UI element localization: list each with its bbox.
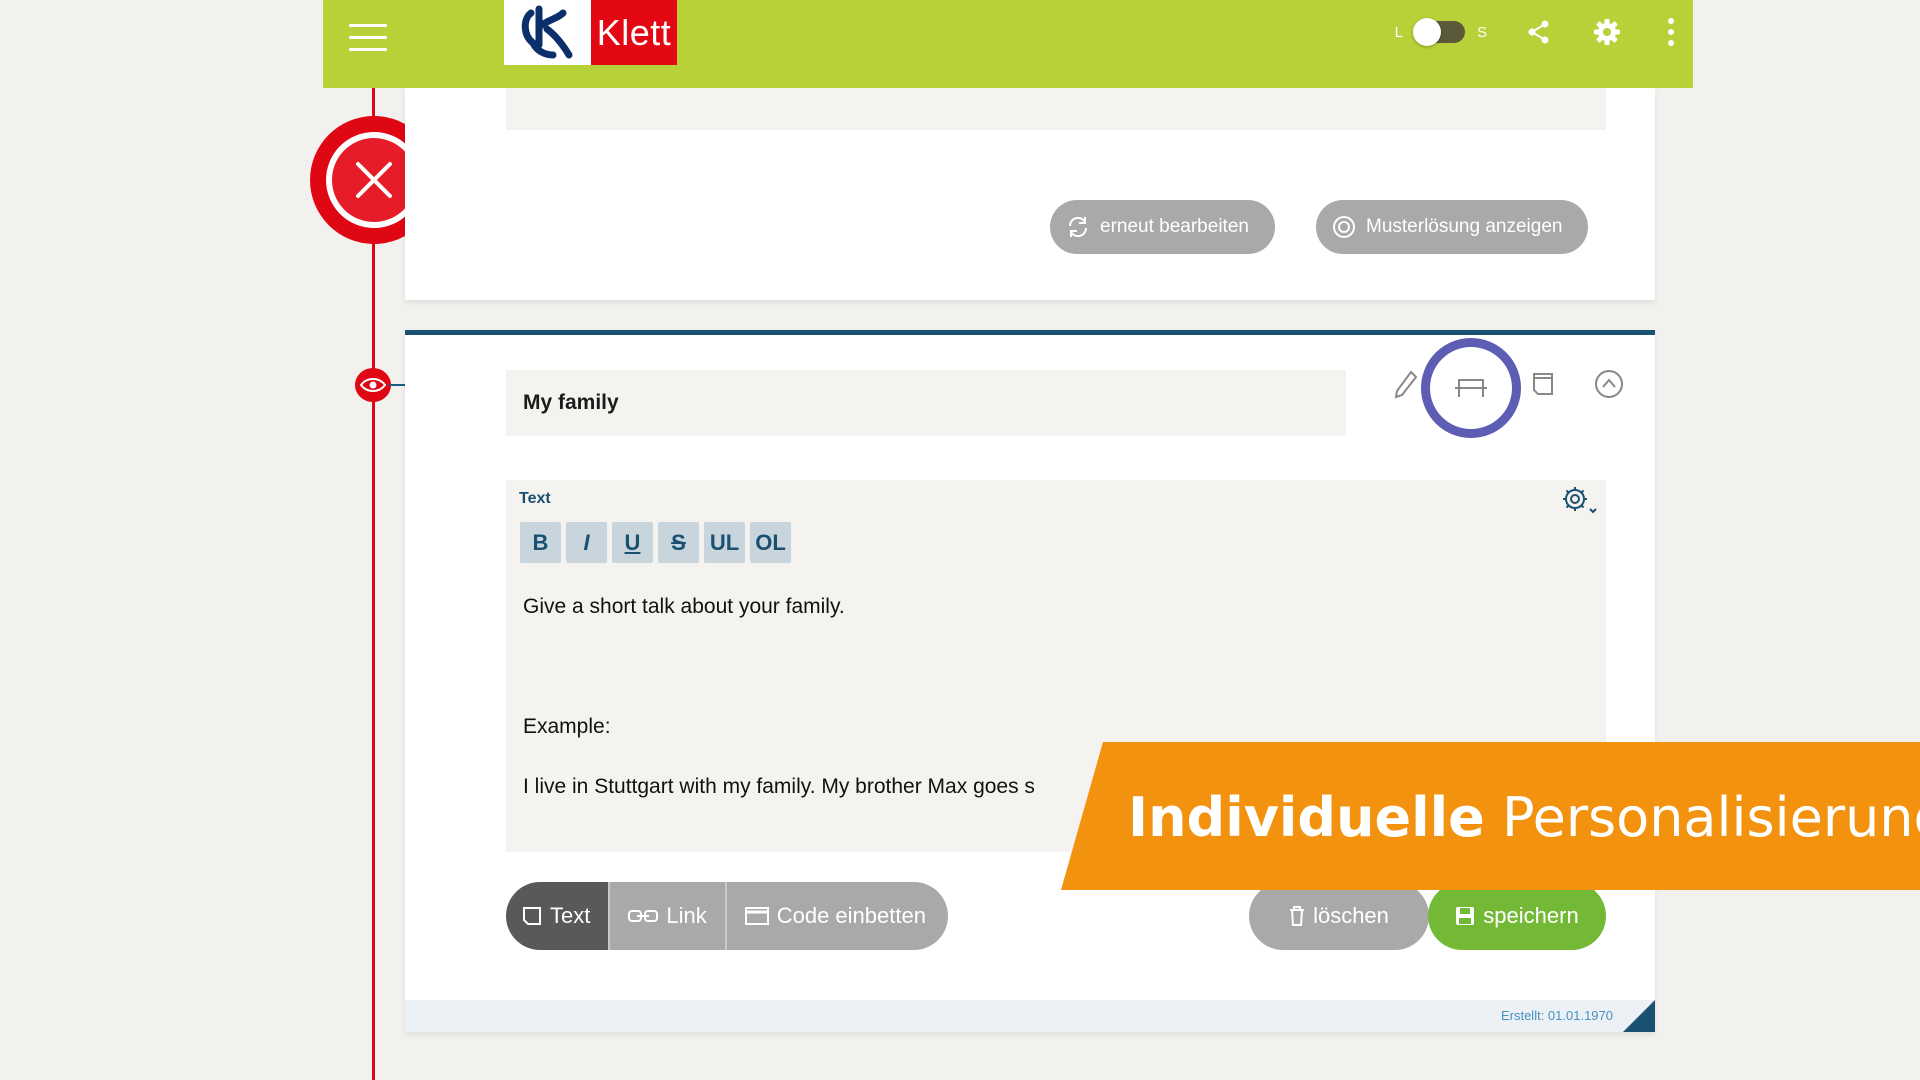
created-date: Erstellt: 01.01.1970: [1500, 1008, 1613, 1023]
save-label: speichern: [1483, 903, 1579, 928]
editor-settings-icon[interactable]: [1561, 485, 1601, 517]
timeline-connector: [389, 384, 405, 386]
tab-embed-label: Code einbetten: [776, 903, 926, 928]
klett-logo-word: Klett: [591, 0, 677, 65]
promo-banner-text: Individuelle Personalisierung: [1128, 786, 1920, 849]
document-icon: [523, 907, 541, 925]
unordered-list-button[interactable]: UL: [704, 522, 745, 563]
show-solution-button[interactable]: Musterlösung anzeigen: [1316, 200, 1589, 254]
card-corner-marker: [1623, 1000, 1655, 1032]
task-card: My family Text B I U S UL OL Give a shor…: [405, 330, 1655, 1032]
menu-icon[interactable]: [349, 24, 387, 52]
italic-button[interactable]: I: [566, 522, 607, 563]
tab-link[interactable]: Link: [608, 882, 725, 950]
editor-line: Example:: [523, 715, 611, 738]
desk-icon: [1455, 379, 1487, 397]
share-icon[interactable]: [1523, 16, 1555, 48]
rework-button[interactable]: erneut bearbeiten: [1050, 200, 1275, 254]
delete-button[interactable]: löschen: [1249, 882, 1429, 950]
klett-logo[interactable]: Klett: [504, 0, 677, 65]
editor-line: Give a short talk about your family.: [523, 595, 845, 618]
previous-task-content: [506, 88, 1606, 130]
tab-embed-code[interactable]: Code einbetten: [724, 882, 948, 950]
gear-icon[interactable]: [1591, 16, 1623, 48]
copy-icon[interactable]: [1526, 367, 1560, 401]
previous-task-card: erneut bearbeiten Musterlösung anzeigen: [405, 88, 1655, 300]
formatting-toolbar: B I U S UL OL: [520, 522, 791, 563]
floppy-disk-icon: [1456, 907, 1475, 925]
promo-banner-regular: Personalisierung: [1501, 786, 1920, 849]
underline-button[interactable]: U: [612, 522, 653, 563]
card-footer: Erstellt: 01.01.1970: [405, 1000, 1655, 1032]
trash-icon: [1290, 906, 1305, 926]
strikethrough-button[interactable]: S: [658, 522, 699, 563]
switch-label-left: L: [1394, 23, 1403, 41]
content-type-tabs: Text Link Code einbetten: [506, 882, 948, 950]
editor-label: Text: [519, 490, 551, 507]
klett-logo-mark: [504, 0, 591, 65]
eye-icon: [359, 378, 387, 392]
editor-line: I live in Stuttgart with my family. My b…: [523, 775, 1035, 798]
ordered-list-button[interactable]: OL: [750, 522, 791, 563]
tab-link-label: Link: [666, 903, 707, 928]
show-solution-label: Musterlösung anzeigen: [1366, 216, 1563, 237]
delete-label: löschen: [1313, 903, 1389, 928]
close-icon: [356, 162, 392, 198]
more-vertical-icon[interactable]: [1655, 16, 1687, 48]
promo-banner-bold: Individuelle: [1128, 786, 1485, 849]
pencil-icon[interactable]: [1389, 367, 1423, 401]
switch-label-right: S: [1476, 23, 1487, 41]
visibility-marker[interactable]: [355, 368, 391, 402]
tab-text-label: Text: [550, 903, 591, 928]
app-bar-actions: L S: [1395, 0, 1693, 64]
layout-toggle-button[interactable]: [1421, 338, 1521, 438]
task-title-field[interactable]: My family: [506, 370, 1346, 436]
target-icon: [1333, 216, 1355, 238]
refresh-icon: [1068, 216, 1088, 238]
chevron-up-icon[interactable]: [1592, 367, 1626, 401]
save-button[interactable]: speichern: [1428, 882, 1606, 950]
tab-text[interactable]: Text: [506, 882, 609, 950]
link-icon: [628, 910, 659, 922]
window-icon: [744, 907, 769, 925]
app-bar: Klett L S: [323, 0, 1693, 88]
view-size-toggle[interactable]: [1412, 18, 1465, 46]
bold-button[interactable]: B: [520, 522, 561, 563]
rework-label: erneut bearbeiten: [1100, 216, 1249, 237]
